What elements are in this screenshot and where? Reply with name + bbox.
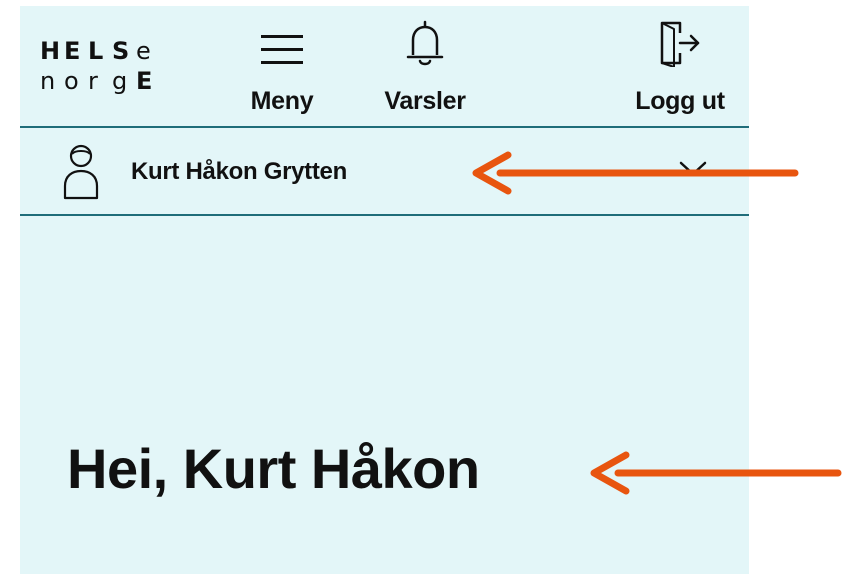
menu-label: Meny (250, 87, 314, 115)
logo-letter: S (112, 37, 130, 65)
logo-letter: E (136, 67, 153, 95)
logout-label: Logg ut (635, 87, 725, 115)
logo-letter: E (64, 37, 81, 65)
logo-letter: H (40, 37, 61, 65)
helsenorge-logo[interactable]: H E L S e n o r g E (40, 33, 160, 93)
profile-divider (20, 214, 749, 216)
bell-icon (405, 16, 445, 67)
hamburger-icon (261, 16, 303, 67)
header: H E L S e n o r g E Meny Varsler Logg ut (20, 6, 749, 127)
notifications-label: Varsler (384, 87, 466, 115)
menu-button[interactable]: Meny (242, 16, 322, 116)
logo-letter: n (40, 67, 56, 95)
page-greeting: Hei, Kurt Håkon (67, 437, 480, 500)
logo-letter: L (88, 37, 104, 65)
notifications-button[interactable]: Varsler (375, 16, 475, 116)
profile-name: Kurt Håkon Grytten (131, 158, 347, 185)
logo-row-top: H E L S e (40, 33, 160, 63)
person-icon (62, 142, 100, 205)
logo-letter: e (136, 37, 151, 65)
logo-letter: g (112, 67, 128, 95)
logo-row-bottom: n o r g E (40, 63, 160, 93)
logo-letter: o (64, 67, 79, 95)
annotation-arrow-profile (472, 151, 799, 195)
logo-letter: r (88, 67, 98, 95)
logout-button[interactable]: Logg ut (625, 16, 735, 116)
annotation-arrow-greeting (590, 451, 842, 495)
logout-icon (658, 16, 702, 67)
